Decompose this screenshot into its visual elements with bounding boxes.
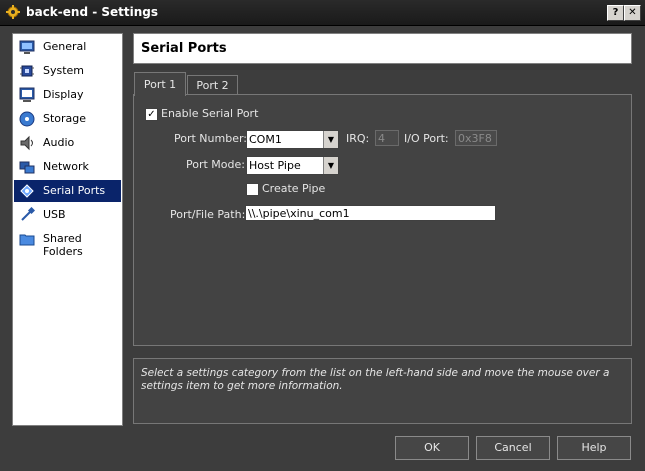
sidebar-item-label: Serial Ports — [43, 184, 106, 197]
sidebar-item-serial-ports[interactable]: Serial Ports — [14, 180, 121, 202]
port-number-value: COM1 — [249, 133, 282, 146]
port-mode-select[interactable]: Host Pipe ▼ — [246, 156, 339, 175]
info-box: Select a settings category from the list… — [133, 358, 632, 424]
port-file-path-label: Port/File Path: — [170, 208, 246, 221]
help-button[interactable]: Help — [557, 436, 631, 460]
create-pipe-checkbox[interactable] — [246, 183, 259, 196]
enable-serial-port-label: Enable Serial Port — [161, 107, 259, 120]
sidebar-item-usb[interactable]: USB — [14, 204, 121, 226]
chevron-down-icon: ▼ — [323, 157, 338, 174]
folder-icon — [19, 234, 35, 246]
chip-icon — [20, 65, 34, 77]
close-button[interactable]: ✕ — [624, 5, 641, 21]
page-title: Serial Ports — [141, 41, 227, 56]
window-title: back-end - Settings — [26, 5, 159, 19]
port-mode-value: Host Pipe — [249, 159, 301, 172]
disk-icon — [19, 111, 35, 127]
io-port-field: 0x3F8 — [455, 130, 497, 146]
irq-label: IRQ: — [346, 132, 370, 145]
sidebar-item-general[interactable]: General — [14, 36, 121, 58]
sidebar-item-label: Shared Folders — [43, 232, 83, 258]
enable-serial-port-checkbox[interactable]: ✓ — [145, 108, 158, 121]
cancel-button[interactable]: Cancel — [476, 436, 550, 460]
usb-icon — [21, 207, 35, 221]
tab-port-2[interactable]: Port 2 — [187, 75, 238, 95]
port-number-select[interactable]: COM1 ▼ — [246, 130, 339, 149]
sidebar-item-shared-folders[interactable]: Shared Folders — [14, 228, 121, 258]
serial-port-icon — [20, 184, 34, 198]
speaker-icon — [20, 135, 33, 151]
sidebar-item-label: USB — [43, 208, 66, 221]
io-port-label: I/O Port: — [404, 132, 449, 145]
sidebar-item-label: Storage — [43, 112, 87, 125]
sidebar-item-system[interactable]: System — [14, 60, 121, 82]
monitor-icon — [19, 40, 35, 54]
port-file-path-input[interactable]: \\.\pipe\xinu_com1 — [245, 205, 496, 221]
sidebar-item-label: Display — [43, 88, 84, 101]
gear-icon — [6, 5, 20, 19]
create-pipe-label: Create Pipe — [262, 182, 326, 195]
sidebar-item-display[interactable]: Display — [14, 84, 121, 106]
sidebar-item-storage[interactable]: Storage — [14, 108, 121, 130]
sidebar-item-label: System — [43, 64, 85, 77]
port-1-panel: ✓ Enable Serial Port Port Number: COM1 ▼… — [133, 94, 632, 346]
sidebar-item-network[interactable]: Network — [14, 156, 121, 178]
chevron-down-icon: ▼ — [323, 131, 338, 148]
sidebar-item-label: General — [43, 40, 87, 53]
irq-field: 4 — [375, 130, 399, 146]
port-mode-label: Port Mode: — [186, 158, 245, 171]
page-title-box: Serial Ports — [133, 33, 632, 64]
network-icon — [19, 161, 35, 174]
sidebar-item-label: Audio — [43, 136, 75, 149]
sidebar-item-label: Network — [43, 160, 89, 173]
title-bar: back-end - Settings ? ✕ — [0, 0, 645, 26]
display-icon — [19, 87, 35, 102]
help-title-button[interactable]: ? — [607, 5, 624, 21]
ok-button[interactable]: OK — [395, 436, 469, 460]
info-text: Select a settings category from the list… — [141, 367, 610, 392]
settings-category-list[interactable]: General System Display Storage Audio Net… — [12, 33, 123, 426]
port-number-label: Port Number: — [174, 132, 248, 145]
tab-port-1[interactable]: Port 1 — [134, 72, 186, 96]
sidebar-item-audio[interactable]: Audio — [14, 132, 121, 154]
